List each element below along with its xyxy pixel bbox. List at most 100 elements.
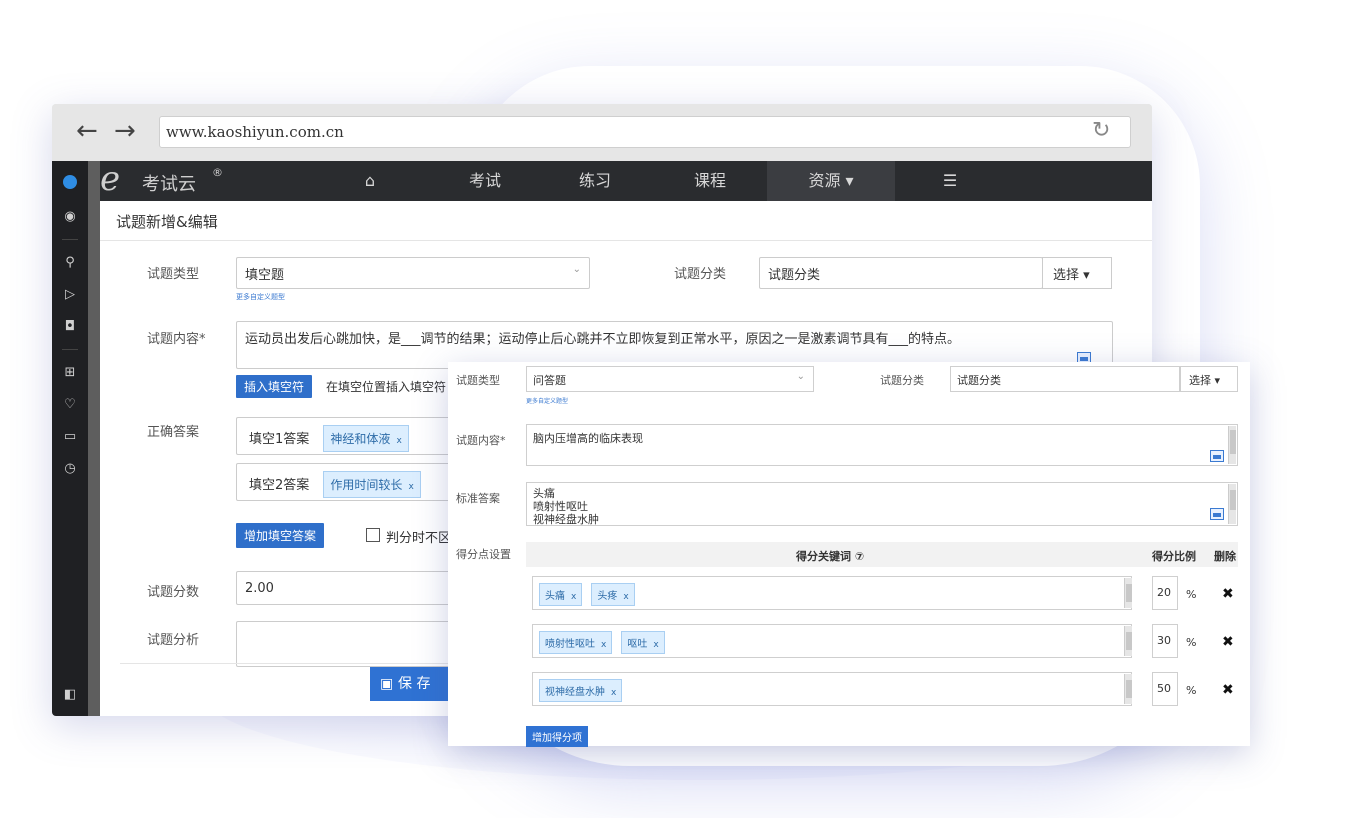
remove-tag-icon[interactable]: x	[396, 436, 401, 446]
card-content-text: 脑内压增高的临床表现	[533, 432, 643, 445]
standard-line: 视神经盘水肿	[533, 513, 599, 526]
card-category-input[interactable]: 试题分类	[950, 366, 1180, 392]
standard-line: 喷射性呕吐	[533, 500, 588, 513]
col-ratio: 得分比例	[1152, 550, 1196, 563]
logo-icon[interactable]: e	[100, 161, 120, 197]
keyword-tag[interactable]: 呕吐 x	[621, 631, 665, 654]
insert-blank-hint: 在填空位置插入填空符	[326, 380, 447, 394]
app-navbar: e 考试云 ® ⌂ 考试 练习 课程 资源 ▾ ☰	[100, 161, 1152, 201]
analysis-label: 试题分析	[147, 633, 200, 648]
percent-sign: %	[1186, 684, 1197, 697]
keyword-tag[interactable]: 头疼 x	[591, 583, 635, 606]
answer-row-label: 填空1答案	[249, 432, 310, 447]
registered-mark: ®	[212, 166, 223, 179]
scrollbar[interactable]	[1228, 484, 1236, 524]
keyword-tag[interactable]: 视神经盘水肿 x	[539, 679, 623, 702]
save-button-label: 保 存	[398, 676, 431, 692]
send-icon[interactable]: ▷	[52, 287, 88, 302]
browser-toolbar: ← → www.kaoshiyun.com.cn ↻	[52, 104, 1152, 161]
essay-question-card: 试题类型 问答题 ⌄ 更多自定义题型 试题分类 试题分类 选择 ▾ 试题内容* …	[448, 362, 1250, 747]
standard-line: 头痛	[533, 487, 555, 500]
remove-tag-icon[interactable]: x	[571, 592, 576, 602]
percent-sign: %	[1186, 588, 1197, 601]
keyword-row-3[interactable]: 视神经盘水肿 x	[532, 672, 1132, 706]
remove-tag-icon[interactable]: x	[653, 640, 658, 650]
card-content-editor[interactable]: 脑内压增高的临床表现	[526, 424, 1238, 466]
image-icon[interactable]	[1210, 450, 1224, 462]
ratio-input[interactable]: 20	[1152, 576, 1178, 610]
card-score-setting-label: 得分点设置	[456, 548, 511, 561]
wallet-icon[interactable]: ▭	[52, 429, 88, 444]
answer-tag[interactable]: 作用时间较长 x	[323, 471, 421, 498]
chat-icon[interactable]: ◉	[52, 209, 88, 224]
checkbox-label: 判分时不区	[386, 531, 452, 546]
brand-name: 考试云	[142, 174, 196, 195]
nav-resources[interactable]: 资源 ▾	[767, 161, 895, 201]
scrollbar[interactable]	[1124, 626, 1132, 656]
reload-icon[interactable]: ↻	[1092, 118, 1110, 143]
delete-icon[interactable]: ✖	[1222, 586, 1234, 602]
answer-tag[interactable]: 神经和体液 x	[323, 425, 409, 452]
image-icon[interactable]	[1210, 508, 1224, 520]
percent-sign: %	[1186, 636, 1197, 649]
category-select-button[interactable]: 选择 ▾	[1042, 257, 1112, 289]
col-delete: 删除	[1214, 550, 1236, 563]
type-select[interactable]: 填空题 ⌄	[236, 257, 590, 289]
card-custom-type-link[interactable]: 更多自定义题型	[526, 396, 568, 405]
scrollbar[interactable]	[1124, 674, 1132, 704]
remove-tag-icon[interactable]: x	[611, 688, 616, 698]
remove-tag-icon[interactable]: x	[601, 640, 606, 650]
clock-icon[interactable]: ◷	[52, 461, 88, 476]
card-standard-label: 标准答案	[456, 492, 500, 505]
category-input[interactable]: 试题分类	[759, 257, 1043, 289]
search-icon[interactable]: ⚲	[52, 255, 88, 270]
type-label: 试题类型	[147, 267, 200, 282]
ignore-case-checkbox[interactable]	[366, 528, 380, 542]
ratio-input[interactable]: 50	[1152, 672, 1178, 706]
add-score-button[interactable]: 增加得分项	[526, 726, 588, 747]
nav-practice[interactable]: 练习	[560, 161, 630, 201]
insert-blank-button[interactable]: 插入填空符	[236, 375, 313, 398]
keyword-row-1[interactable]: 头痛 x 头疼 x	[532, 576, 1132, 610]
apps-icon[interactable]: ⊞	[52, 365, 88, 380]
keyword-row-2[interactable]: 喷射性呕吐 x 呕吐 x	[532, 624, 1132, 658]
category-label: 试题分类	[674, 267, 727, 282]
keyword-tag[interactable]: 喷射性呕吐 x	[539, 631, 613, 654]
card-standard-editor[interactable]: 头痛 喷射性呕吐 视神经盘水肿	[526, 482, 1238, 526]
sidebar-toggle-icon[interactable]: ◧	[52, 687, 88, 702]
scrollbar[interactable]	[1228, 426, 1236, 464]
card-type-select[interactable]: 问答题 ⌄	[526, 366, 814, 392]
delete-icon[interactable]: ✖	[1222, 634, 1234, 650]
scrollbar[interactable]	[1124, 578, 1132, 608]
nav-course[interactable]: 课程	[675, 161, 745, 201]
custom-type-link[interactable]: 更多自定义题型	[236, 292, 285, 302]
messenger-icon[interactable]	[52, 175, 88, 193]
score-table-header: 得分关键词 ⑦ 得分比例 删除	[526, 542, 1238, 567]
page-title: 试题新增&编辑	[116, 213, 218, 231]
add-answer-button[interactable]: 增加填空答案	[236, 523, 325, 548]
card-content-label: 试题内容*	[456, 434, 506, 447]
home-icon[interactable]: ⌂	[340, 161, 400, 201]
arrow-left-icon[interactable]: ←	[76, 116, 98, 146]
type-select-value: 填空题	[245, 268, 285, 283]
ratio-input[interactable]: 30	[1152, 624, 1178, 658]
address-bar[interactable]: www.kaoshiyun.com.cn	[159, 116, 1131, 148]
stage: ← → www.kaoshiyun.com.cn ↻ ◉ ⚲ ▷ ◘ ⊞ ♡ ▭…	[0, 0, 1347, 818]
delete-icon[interactable]: ✖	[1222, 682, 1234, 698]
camera-icon[interactable]: ◘	[52, 319, 88, 334]
heart-icon[interactable]: ♡	[52, 397, 88, 412]
card-category-select-button[interactable]: 选择 ▾	[1180, 366, 1238, 392]
rail-divider	[88, 161, 100, 716]
answer-label: 正确答案	[147, 425, 200, 440]
remove-tag-icon[interactable]: x	[623, 592, 628, 602]
left-rail: ◉ ⚲ ▷ ◘ ⊞ ♡ ▭ ◷ ◧	[52, 161, 88, 716]
content-label: 试题内容*	[147, 332, 206, 347]
list-icon[interactable]: ☰	[920, 161, 980, 201]
keyword-tag[interactable]: 头痛 x	[539, 583, 583, 606]
card-type-value: 问答题	[533, 374, 566, 387]
remove-tag-icon[interactable]: x	[408, 482, 413, 492]
nav-exam[interactable]: 考试	[450, 161, 520, 201]
arrow-right-icon[interactable]: →	[114, 116, 136, 146]
col-keyword: 得分关键词 ⑦	[796, 550, 865, 563]
chevron-down-icon: ⌄	[572, 264, 581, 275]
